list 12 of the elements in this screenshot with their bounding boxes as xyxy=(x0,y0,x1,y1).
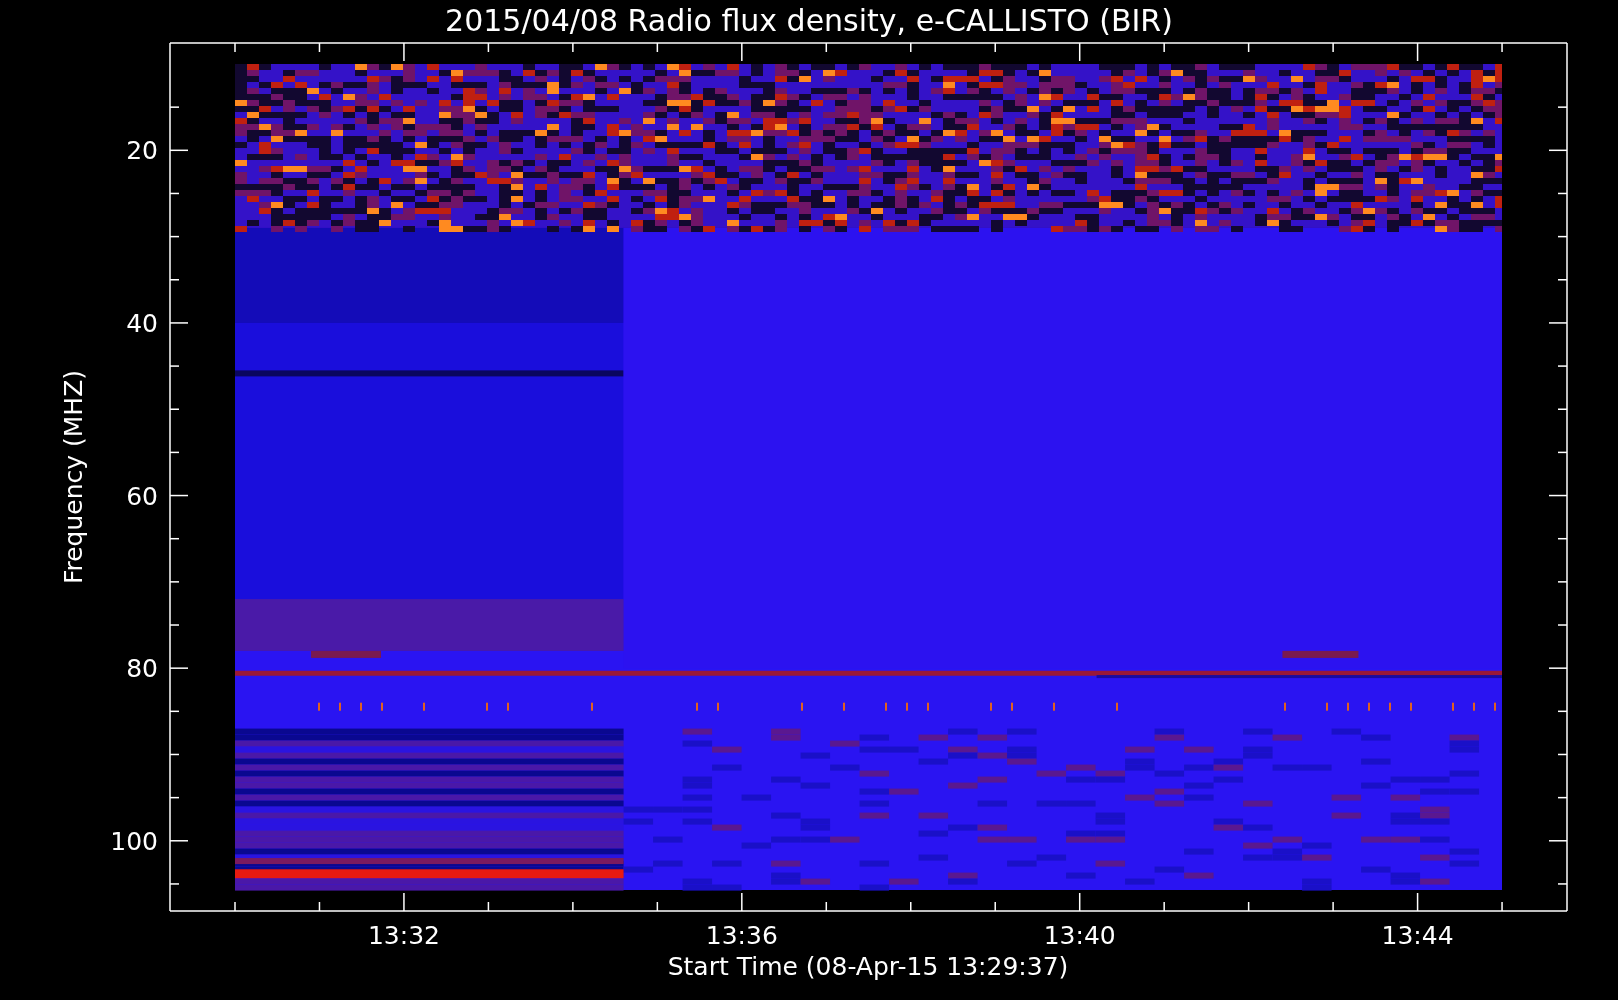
y-tick-label: 100 xyxy=(110,826,158,856)
x-tick-label: 13:44 xyxy=(1381,921,1454,950)
x-tick-label: 13:40 xyxy=(1043,921,1116,950)
y-axis-label: Frequency (MHZ) xyxy=(59,369,88,585)
chart-title: 2015/04/08 Radio flux density, e-CALLISTO (BIR) xyxy=(445,3,1173,38)
y-tick-label: 40 xyxy=(126,308,158,338)
y-tick-label: 20 xyxy=(126,136,158,166)
x-tick-label: 13:32 xyxy=(367,921,440,950)
x-axis-label: Start Time (08-Apr-15 13:29:37) xyxy=(667,952,1069,981)
y-tick-label: 60 xyxy=(126,481,158,511)
y-tick-label: 80 xyxy=(126,654,158,684)
x-tick-label: 13:36 xyxy=(705,921,778,950)
